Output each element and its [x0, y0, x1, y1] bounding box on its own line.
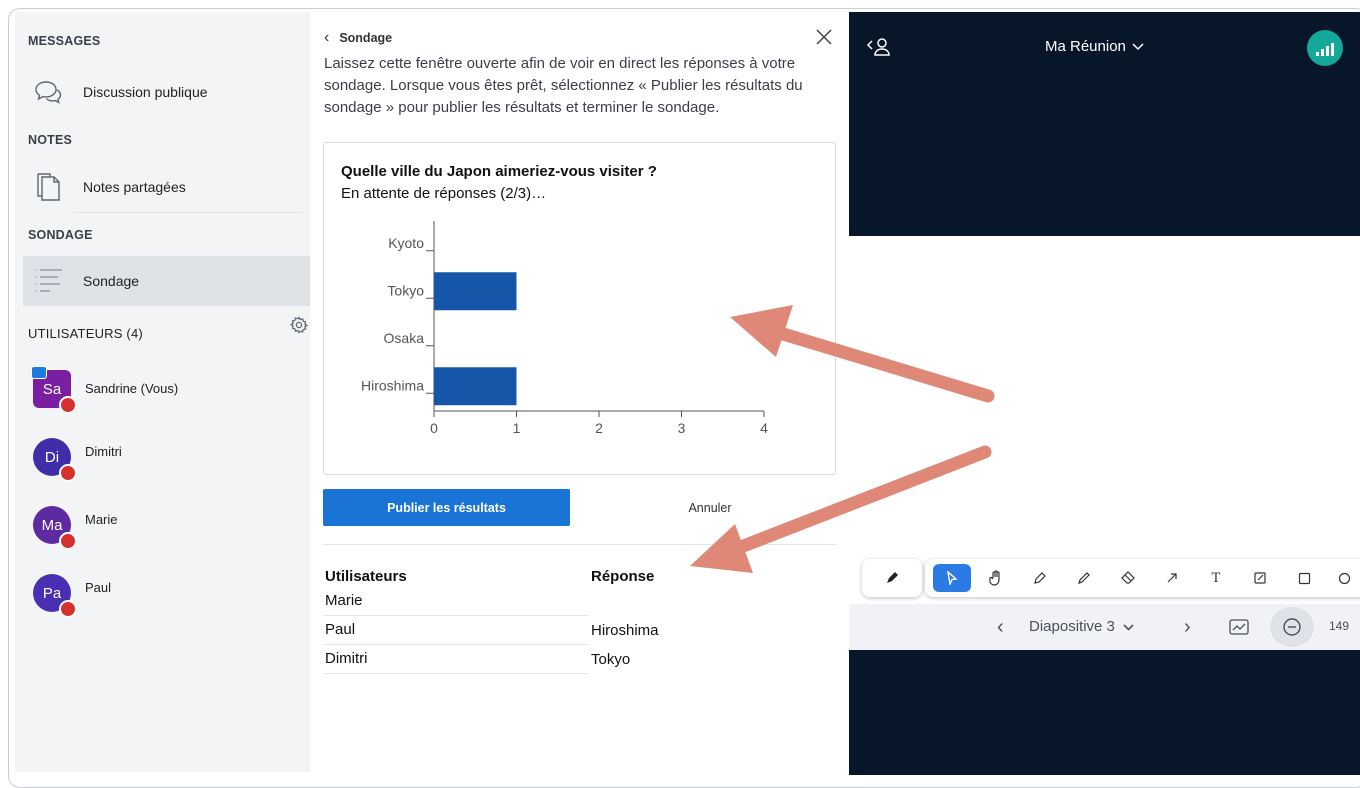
pen-toggle-icon: [887, 572, 898, 583]
avatar-initials: Sa: [42, 380, 62, 398]
raised-hand-icon: [59, 532, 77, 550]
arrow-tool-icon[interactable]: [1153, 564, 1191, 592]
poll-results-card: Quelle ville du Japon aimeriez-vous visi…: [323, 142, 836, 475]
poll-section-title: SONDAGE: [28, 228, 93, 242]
poll-list-icon: [23, 256, 73, 306]
table-row-user: Marie: [325, 592, 363, 609]
slide-navigation-bar: ‹ Diapositive 3 › 149: [849, 604, 1360, 650]
user-item-sandrine[interactable]: Sa Sandrine (Vous): [31, 366, 303, 420]
next-slide-icon[interactable]: ›: [1184, 616, 1191, 639]
x-tick-label: 1: [513, 420, 521, 436]
raised-hand-icon: [59, 464, 77, 482]
whiteboard-toolbar: T: [925, 559, 1360, 597]
x-tick-label: 3: [678, 420, 686, 436]
user-name: Sandrine (Vous): [85, 381, 179, 396]
row-divider: [324, 644, 588, 645]
user-name: Marie: [85, 512, 118, 527]
category-tick-label: Kyoto: [388, 235, 424, 251]
column-header-users: Utilisateurs: [325, 568, 407, 585]
minus-circle-icon: [1283, 618, 1301, 636]
table-row-user: Paul: [325, 621, 356, 638]
x-tick-label: 0: [430, 420, 438, 436]
category-tick-label: Hiroshima: [361, 377, 424, 393]
table-row-user: Dimitri: [325, 650, 368, 667]
poll-bar-chart: Kyoto Tokyo Osaka Hiroshima 0 1 2 3 4: [361, 221, 768, 436]
users-section-title: UTILISATEURS (4): [28, 326, 143, 341]
cancel-button[interactable]: Annuler: [640, 489, 780, 526]
avatar-initials: Ma: [41, 516, 63, 534]
x-tick-label: 2: [595, 420, 603, 436]
chevron-down-icon: [1123, 618, 1134, 635]
zoom-level: 149: [1329, 619, 1350, 633]
close-icon[interactable]: [813, 26, 835, 48]
bar: [434, 367, 517, 406]
poll-header[interactable]: ‹ Sondage: [324, 29, 392, 47]
chevron-down-icon: [1132, 38, 1144, 55]
zoom-out-button[interactable]: [1270, 607, 1314, 647]
publish-results-button[interactable]: Publier les résultats: [323, 489, 570, 526]
x-tick-label: 4: [760, 420, 768, 436]
notes-section-title: NOTES: [28, 133, 73, 147]
connection-status-icon[interactable]: [1307, 30, 1343, 66]
note-tool-icon[interactable]: [1241, 564, 1279, 592]
sidebar-item-public-chat[interactable]: Discussion publique: [23, 67, 310, 117]
toolbar-toggle-button[interactable]: [862, 559, 922, 597]
chevron-left-icon[interactable]: ‹: [324, 29, 329, 47]
poll-panel: ‹ Sondage Laissez cette fenêtre ouverte …: [310, 12, 848, 772]
category-tick-label: Tokyo: [387, 282, 424, 298]
raised-hand-icon: [59, 600, 77, 618]
meeting-title: Ma Réunion: [1045, 38, 1126, 55]
poll-header-title: Sondage: [339, 31, 393, 45]
sidebar: MESSAGES Discussion publique NOTES Notes…: [15, 12, 310, 772]
users-toggle-icon[interactable]: [865, 36, 893, 58]
chat-icon: [23, 67, 73, 117]
poll-label: Sondage: [83, 273, 140, 289]
user-item-dimitri[interactable]: Di Dimitri: [33, 438, 303, 488]
public-chat-label: Discussion publique: [83, 84, 208, 100]
ellipse-tool-icon[interactable]: [1329, 564, 1359, 592]
slide-selector[interactable]: Diapositive 3: [1029, 618, 1134, 635]
category-tick-label: Osaka: [384, 330, 425, 346]
messages-section-title: MESSAGES: [28, 34, 101, 48]
user-name: Paul: [85, 580, 112, 595]
pencil-tool-icon[interactable]: [1065, 564, 1103, 592]
user-name: Dimitri: [85, 444, 122, 459]
avatar-initials: Pa: [42, 584, 62, 602]
sidebar-item-poll[interactable]: Sondage: [23, 256, 310, 306]
rectangle-tool-icon[interactable]: [1285, 564, 1323, 592]
meeting-title-dropdown[interactable]: Ma Réunion: [1045, 38, 1144, 55]
poll-description: Laissez cette fenêtre ouverte afin de vo…: [324, 55, 803, 116]
shared-notes-label: Notes partagées: [83, 179, 186, 195]
column-header-answer: Réponse: [591, 568, 655, 585]
table-row-answer: Hiroshima: [591, 622, 659, 639]
sidebar-item-shared-notes[interactable]: Notes partagées: [23, 162, 310, 212]
user-item-paul[interactable]: Pa Paul: [33, 574, 303, 624]
select-tool-icon[interactable]: [933, 564, 971, 592]
raised-hand-icon: [59, 396, 77, 414]
gear-icon[interactable]: [289, 316, 309, 334]
bottom-video-area: [849, 650, 1360, 775]
video-area: Ma Réunion: [849, 12, 1360, 236]
draw-tool-icon[interactable]: [1021, 564, 1059, 592]
eraser-tool-icon[interactable]: [1109, 564, 1147, 592]
divider: [73, 212, 303, 213]
bar: [434, 272, 517, 311]
slide-label: Diapositive 3: [1029, 618, 1115, 635]
row-divider: [324, 615, 588, 616]
table-row-answer: Tokyo: [591, 651, 631, 668]
text-tool-icon[interactable]: T: [1197, 564, 1235, 592]
fit-slide-icon[interactable]: [1229, 619, 1249, 640]
presenter-icon: [31, 366, 47, 379]
avatar-initials: Di: [44, 448, 60, 466]
user-item-marie[interactable]: Ma Marie: [33, 506, 303, 556]
notes-icon: [23, 162, 73, 212]
row-divider: [324, 673, 588, 674]
previous-slide-icon[interactable]: ‹: [997, 616, 1004, 639]
hand-tool-icon[interactable]: [977, 564, 1015, 592]
divider: [323, 544, 836, 545]
